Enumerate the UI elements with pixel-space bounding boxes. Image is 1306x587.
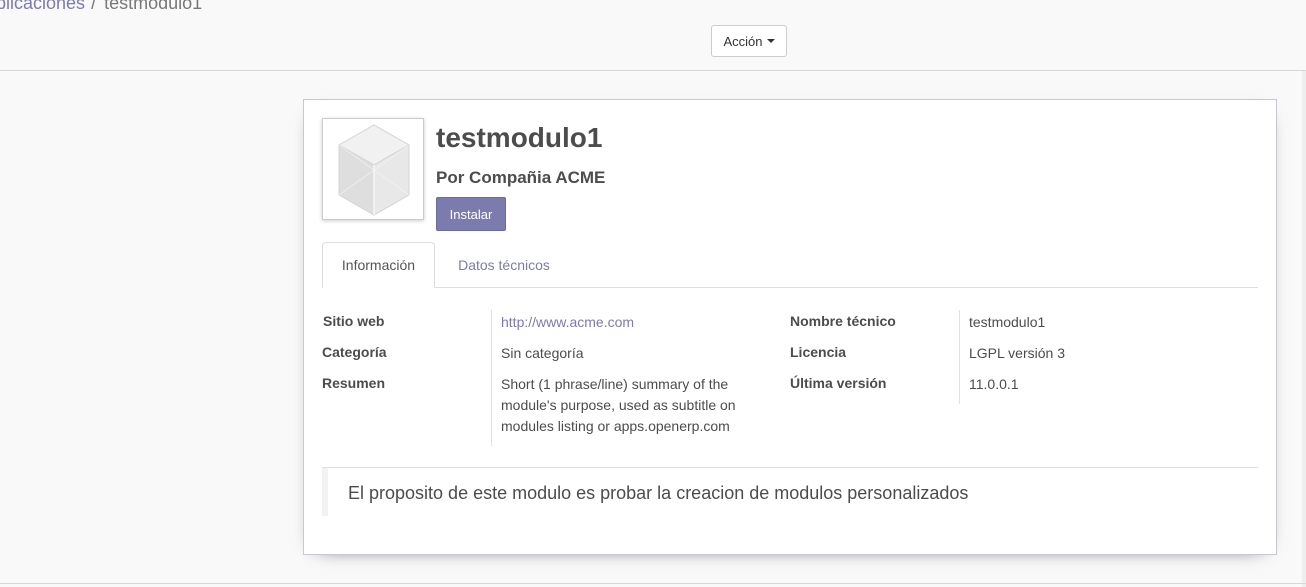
website-link[interactable]: http://www.acme.com <box>501 312 634 333</box>
action-button-label: Acción <box>723 33 763 49</box>
action-dropdown-button[interactable]: Acción <box>711 25 787 57</box>
field-label-website: Sitio web <box>323 313 385 329</box>
summary-line: Short (1 phrase/line) summary of the <box>501 376 729 392</box>
divider <box>0 583 1306 584</box>
breadcrumb-current: testmodulo1 <box>104 0 203 13</box>
control-panel: plicaciones / testmodulo1 Acción <box>0 0 1306 71</box>
field-label-technical-name: Nombre técnico <box>790 313 896 329</box>
description-text: El proposito de este modulo es probar la… <box>348 483 969 503</box>
caret-down-icon <box>766 39 775 43</box>
field-value-technical-name: testmodulo1 <box>969 314 1046 330</box>
install-button[interactable]: Instalar <box>436 197 506 231</box>
field-label-license: Licencia <box>790 344 847 360</box>
field-label-category: Categoría <box>322 344 387 360</box>
description-block: El proposito de este modulo es probar la… <box>322 467 1258 518</box>
scrollbar-track[interactable] <box>1302 71 1306 587</box>
field-value-summary: Short (1 phrase/line) summary of the mod… <box>501 374 761 437</box>
cube-icon <box>322 118 424 220</box>
field-label-summary: Resumen <box>322 375 386 391</box>
field-label-latest-version: Última versión <box>790 375 887 391</box>
breadcrumb-separator: / <box>91 0 97 13</box>
description-accent-bar <box>322 468 328 516</box>
field-value-category: Sin categoría <box>501 345 584 361</box>
module-title: testmodulo1 <box>436 122 603 153</box>
tab-bar: Información Datos técnicos <box>322 242 1258 288</box>
module-author: Por Compañia ACME <box>436 168 606 187</box>
breadcrumb-apps-link[interactable]: plicaciones <box>0 0 85 13</box>
breadcrumb: plicaciones / testmodulo1 <box>0 0 202 14</box>
summary-line: modules listing or apps.openerp.com <box>501 418 730 434</box>
field-value-latest-version: 11.0.0.1 <box>969 376 1019 392</box>
summary-line: module's purpose, used as subtitle on <box>501 397 736 413</box>
tab-informacion[interactable]: Información <box>322 242 435 288</box>
divider <box>959 310 960 404</box>
module-form-sheet: testmodulo1 Por Compañia ACME Instalar I… <box>303 99 1277 555</box>
field-value-license: LGPL versión 3 <box>969 345 1065 361</box>
tab-datos-tecnicos[interactable]: Datos técnicos <box>444 242 564 287</box>
divider <box>491 310 492 446</box>
